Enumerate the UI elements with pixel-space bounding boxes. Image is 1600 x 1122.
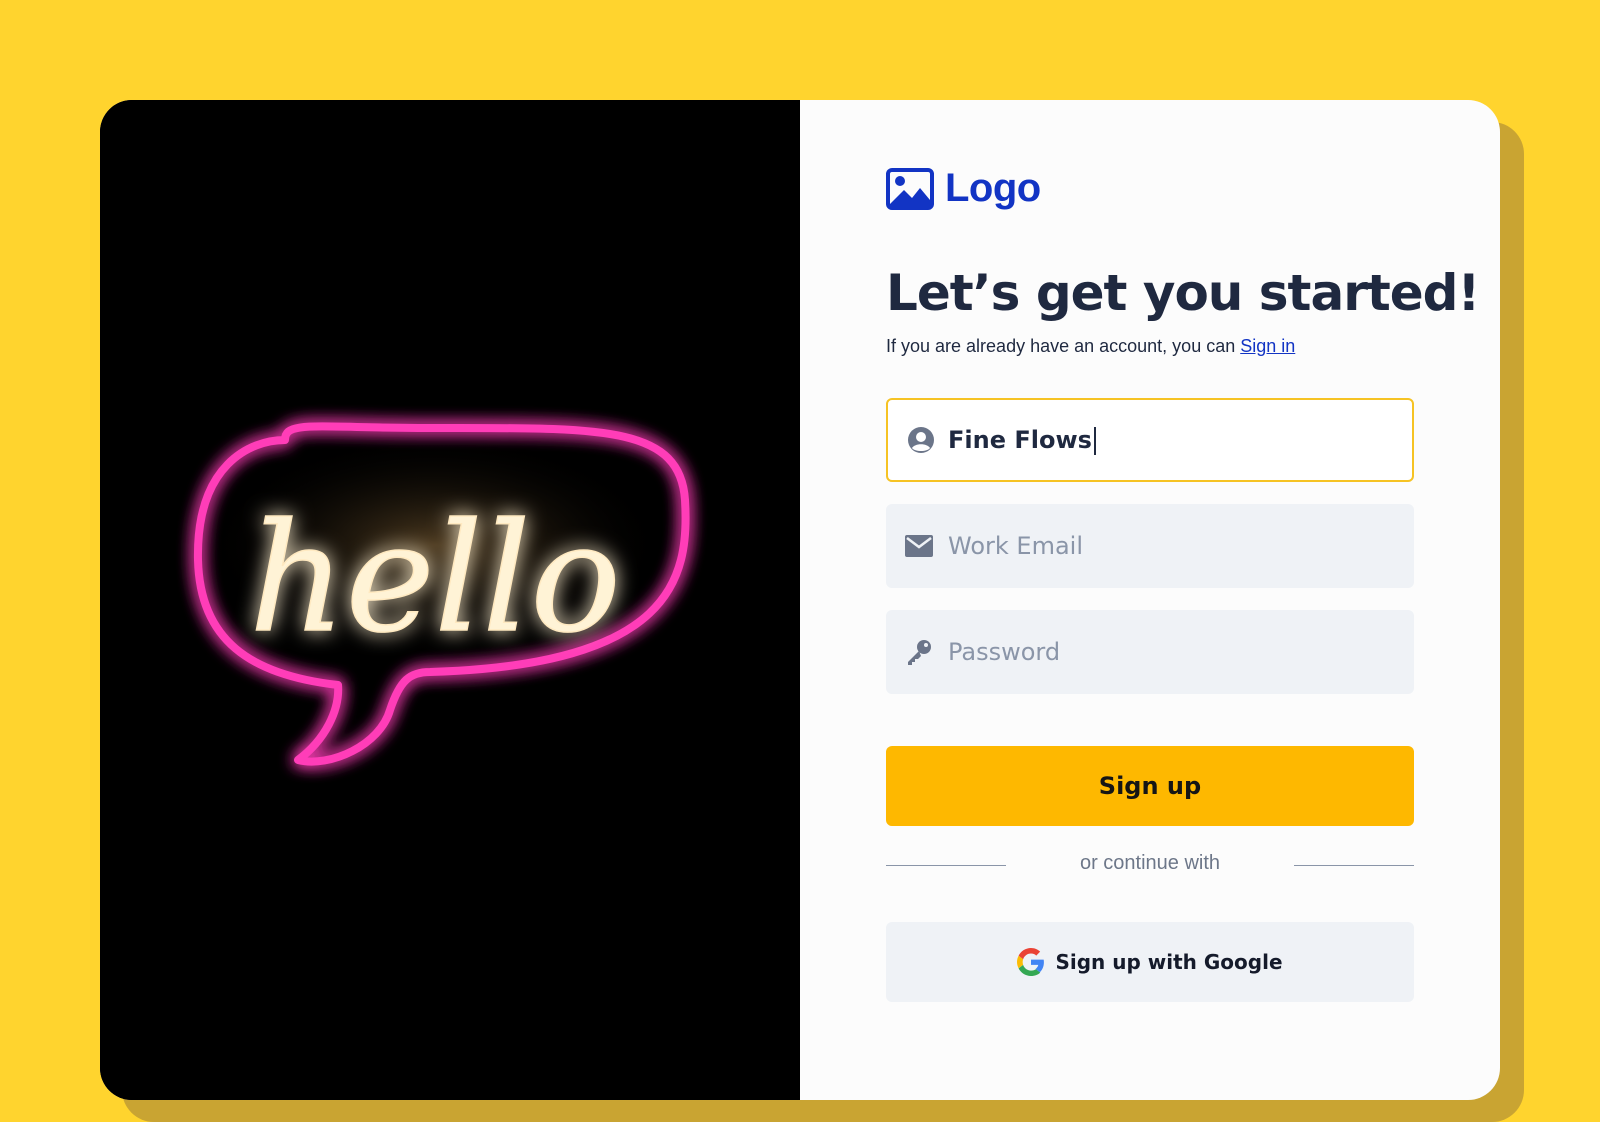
image-icon — [886, 167, 934, 210]
hero-image-panel: hello — [100, 100, 800, 1100]
text-caret — [1093, 426, 1096, 455]
hello-neon-sign-icon: hello — [100, 100, 800, 1100]
name-field[interactable]: Fine Flows — [886, 398, 1414, 482]
page-title: Let’s get you started! — [886, 264, 1480, 322]
signin-prompt: If you are already have an account, you … — [886, 336, 1295, 357]
divider: or continue with — [886, 852, 1414, 878]
mail-icon — [904, 531, 934, 561]
signup-card: hello Logo Let’s get you started! If you… — [100, 100, 1500, 1100]
email-field[interactable] — [886, 504, 1414, 588]
email-input[interactable] — [946, 531, 1390, 561]
hello-neon-text: hello — [249, 492, 621, 666]
password-input[interactable] — [946, 637, 1390, 667]
signup-form-panel: Logo Let’s get you started! If you are a… — [800, 100, 1500, 1100]
user-circle-icon — [906, 425, 936, 455]
password-field[interactable] — [886, 610, 1414, 694]
key-icon — [904, 637, 934, 667]
logo[interactable]: Logo — [886, 166, 1041, 211]
signin-link[interactable]: Sign in — [1240, 336, 1295, 356]
logo-text: Logo — [945, 166, 1041, 210]
signin-prompt-text: If you are already have an account, you … — [886, 336, 1241, 356]
divider-line-right — [1294, 865, 1414, 866]
google-button-label: Sign up with Google — [1055, 950, 1283, 974]
name-value: Fine Flows — [948, 426, 1096, 455]
google-icon — [1017, 948, 1045, 976]
divider-text: or continue with — [1079, 852, 1221, 874]
signup-button[interactable]: Sign up — [886, 746, 1414, 826]
google-signup-button[interactable]: Sign up with Google — [886, 922, 1414, 1002]
